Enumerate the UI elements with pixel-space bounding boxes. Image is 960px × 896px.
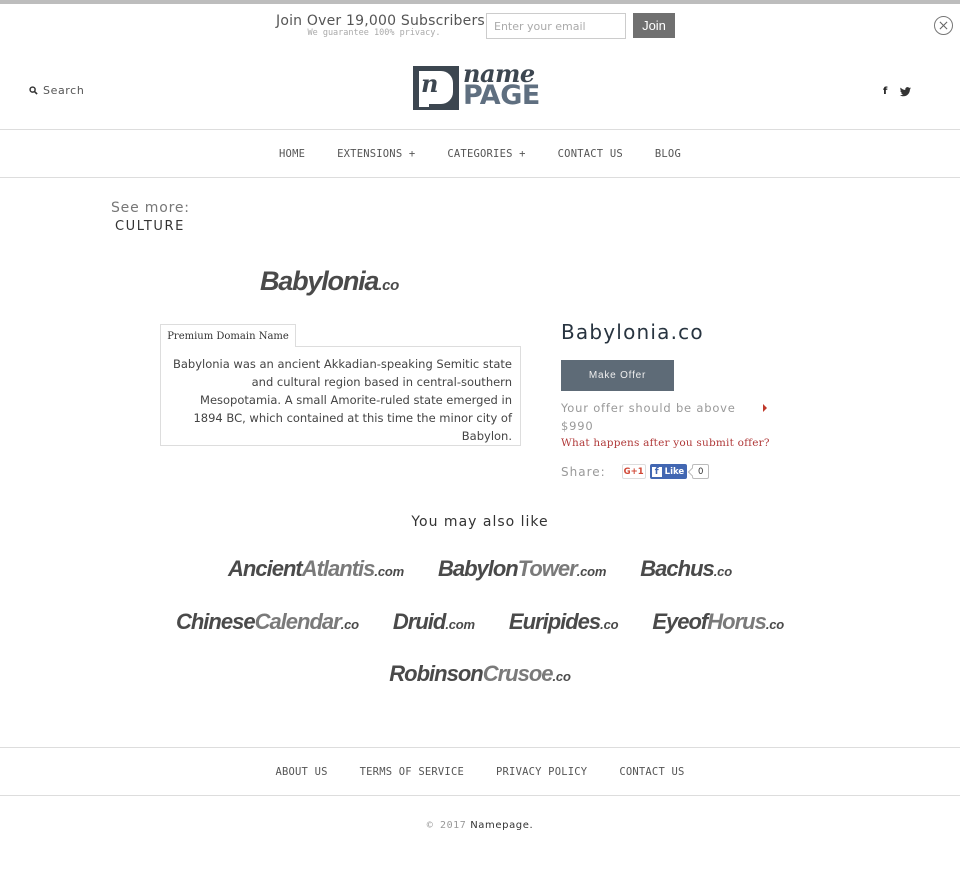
domain-logo: Babylonia.co xyxy=(260,266,399,297)
copyright: © 2017 Namepage. xyxy=(0,820,960,831)
caret-right-icon[interactable] xyxy=(763,404,767,412)
like-count: 0 xyxy=(692,464,710,479)
footer-link-contact-us[interactable]: CONTACT US xyxy=(619,766,684,778)
nav-item-categories[interactable]: CATEGORIES + xyxy=(447,148,525,160)
google-plus-button[interactable]: G+1 xyxy=(621,464,646,479)
tab-premium-domain-name[interactable]: Premium Domain Name xyxy=(160,324,296,347)
what-happens-link[interactable]: What happens after you submit offer? xyxy=(561,437,770,449)
share-label: Share: xyxy=(561,464,606,479)
twitter-icon[interactable] xyxy=(899,86,912,97)
search-icon xyxy=(29,86,38,95)
see-more: See more: CULTURE xyxy=(111,200,190,234)
facebook-icon[interactable]: f xyxy=(883,86,887,97)
footer-link-about-us[interactable]: ABOUT US xyxy=(275,766,327,778)
subscribe-title: Join Over 19,000 Subscribers xyxy=(276,13,485,29)
make-offer-button[interactable]: Make Offer xyxy=(561,360,674,391)
subscribe-text: Join Over 19,000 Subscribers We guarante… xyxy=(276,13,485,38)
related-domain-logo[interactable]: Bachus.co xyxy=(640,556,732,582)
related-domain-logo[interactable]: ChineseCalendar.co xyxy=(176,609,359,635)
search-button[interactable]: Search xyxy=(29,84,84,97)
domain-description: Babylonia was an ancient Akkadian-speaki… xyxy=(172,357,512,443)
related-domains-row: ChineseCalendar.co Druid.com Euripides.c… xyxy=(0,609,960,635)
copyright-year: © 2017 xyxy=(426,820,467,831)
nav-item-home[interactable]: HOME xyxy=(279,148,305,160)
main-nav: HOME EXTENSIONS + CATEGORIES + CONTACT U… xyxy=(0,131,960,178)
facebook-icon: f xyxy=(651,466,662,477)
subscribe-privacy-note: We guarantee 100% privacy. xyxy=(307,28,441,38)
domain-logo-ext: .co xyxy=(378,277,400,294)
nav-item-contact-us[interactable]: CONTACT US xyxy=(558,148,623,160)
also-like-title: You may also like xyxy=(411,514,549,530)
related-domains-row: RobinsonCrusoe.co xyxy=(0,661,960,687)
facebook-like-label: Like xyxy=(664,466,685,477)
footer-nav: ABOUT US TERMS OF SERVICE PRIVACY POLICY… xyxy=(0,747,960,796)
join-button[interactable]: Join xyxy=(633,13,675,38)
domain-logo-name: Babylonia xyxy=(260,266,379,296)
nav-item-extensions[interactable]: EXTENSIONS + xyxy=(337,148,415,160)
description-panel: Babylonia was an ancient Akkadian-speaki… xyxy=(160,346,521,446)
related-domain-logo[interactable]: EyeofHorus.co xyxy=(652,609,784,635)
related-domain-logo[interactable]: Druid.com xyxy=(393,609,475,635)
copyright-brand-link[interactable]: Namepage. xyxy=(470,820,533,831)
footer-link-privacy-policy[interactable]: PRIVACY POLICY xyxy=(496,766,587,778)
category-link[interactable]: CULTURE xyxy=(115,219,190,234)
site-header: Search n name PAGE f xyxy=(0,46,960,130)
footer-link-terms-of-service[interactable]: TERMS OF SERVICE xyxy=(360,766,464,778)
logo-text-page: PAGE xyxy=(463,80,540,111)
nav-item-blog[interactable]: BLOG xyxy=(655,148,681,160)
domain-title: Babylonia.co xyxy=(561,320,704,344)
close-icon[interactable] xyxy=(934,16,953,35)
logo-mark: n xyxy=(413,66,459,110)
social-links: f xyxy=(883,86,912,97)
related-domain-logo[interactable]: RobinsonCrusoe.co xyxy=(389,661,571,687)
related-domains-row: AncientAtlantis.com BabylonTower.com Bac… xyxy=(0,556,960,582)
subscribe-bar: Join Over 19,000 Subscribers We guarante… xyxy=(0,4,960,46)
share-bar: Share: G+1 f Like 0 xyxy=(561,464,710,479)
related-domain-logo[interactable]: BabylonTower.com xyxy=(438,556,607,582)
search-label: Search xyxy=(43,84,85,97)
see-more-label: See more: xyxy=(111,200,190,216)
related-domain-logo[interactable]: AncientAtlantis.com xyxy=(228,556,404,582)
facebook-like-button[interactable]: f Like xyxy=(649,464,688,479)
related-domain-logo[interactable]: Euripides.co xyxy=(509,609,619,635)
email-input[interactable] xyxy=(486,13,626,39)
site-logo[interactable]: n name PAGE xyxy=(413,59,549,111)
offer-minimum-text: Your offer should be above $990 xyxy=(561,401,736,433)
